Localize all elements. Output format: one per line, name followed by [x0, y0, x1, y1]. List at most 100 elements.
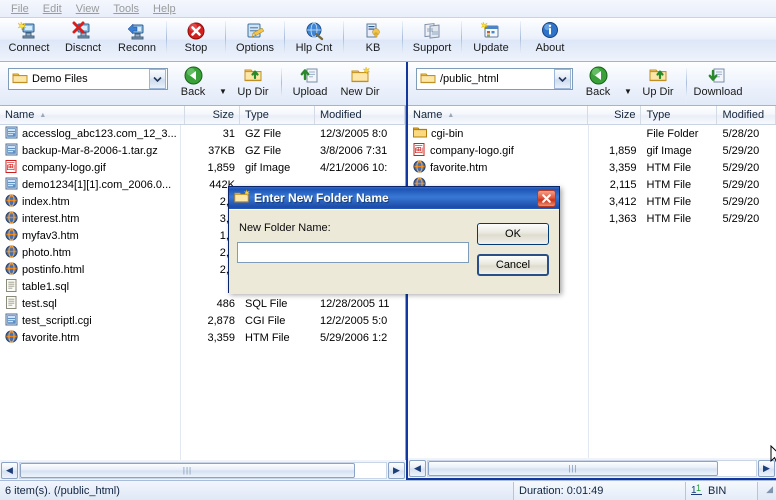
table-row[interactable]: 画 company-logo.gif 1,859 gif Image 5/29/20	[408, 142, 776, 159]
remote-back-button[interactable]: Back	[573, 62, 623, 104]
column-header-type[interactable]: Type	[240, 106, 315, 124]
up-dir-icon	[648, 64, 668, 86]
support-button[interactable]: Support	[405, 18, 459, 60]
ok-button[interactable]: OK	[477, 223, 549, 245]
new-dir-button[interactable]: New Dir	[335, 62, 385, 104]
remote-scroll-thumb[interactable]: |||	[428, 460, 718, 476]
support-label: Support	[412, 42, 452, 54]
knowledge-base-icon	[362, 20, 384, 42]
reconnect-button[interactable]: Reconn	[110, 18, 164, 60]
remote-scroll-track[interactable]: |||	[427, 459, 757, 477]
generic-file-icon	[5, 177, 18, 193]
local-hscrollbar[interactable]: ◀ ||| ▶	[0, 460, 406, 480]
toolbar-separator	[343, 21, 344, 55]
table-row[interactable]: cgi-bin File Folder 5/28/20	[408, 125, 776, 142]
new-folder-name-input[interactable]	[237, 242, 469, 263]
download-button[interactable]: Download	[690, 62, 746, 104]
chevron-down-icon[interactable]	[554, 69, 571, 89]
column-header-name[interactable]: Name ▲	[408, 106, 588, 124]
knowledge-base-button[interactable]: KB	[346, 18, 400, 60]
table-row[interactable]: favorite.htm 3,359 HTM File 5/29/20	[408, 159, 776, 176]
update-button[interactable]: Update	[464, 18, 518, 60]
status-transfer-mode[interactable]: 1 1 BIN	[686, 481, 758, 500]
column-header-type[interactable]: Type	[641, 106, 718, 124]
cell-name: postinfo.html	[0, 261, 185, 278]
disconnect-button[interactable]: Discnct	[56, 18, 110, 60]
back-dropdown-icon[interactable]: ▼	[218, 87, 228, 96]
scroll-left-icon[interactable]: ◀	[409, 459, 426, 477]
file-name: postinfo.html	[22, 263, 85, 276]
dialog-titlebar[interactable]: Enter New Folder Name	[229, 187, 559, 209]
remote-list-header: Name ▲ Size Type Modified	[408, 106, 776, 125]
upload-icon	[300, 64, 320, 86]
cell-modified: 12/28/2005 11	[320, 297, 390, 310]
cell-name: favorite.htm	[408, 159, 588, 176]
toolbar-separator	[520, 21, 521, 55]
options-icon	[244, 20, 266, 42]
html-file-icon	[5, 261, 18, 278]
about-label: About	[535, 42, 565, 54]
column-header-size[interactable]: Size	[185, 106, 240, 124]
table-row[interactable]: backup-Mar-8-2006-1.tar.gz 37KB GZ File 3/8…	[0, 142, 405, 159]
new-folder-name-label: New Folder Name:	[239, 222, 331, 234]
connect-button[interactable]: Connect	[2, 18, 56, 60]
dialog-body: New Folder Name: OK Cancel	[229, 209, 559, 294]
column-header-modified[interactable]: Modified	[717, 106, 776, 124]
cell-name: accesslog_abc123.com_12_3...	[0, 126, 185, 142]
table-row[interactable]: test.sql 486 SQL File 12/28/2005 11	[0, 295, 405, 312]
table-row[interactable]: test_scriptl.cgi 2,878 CGI File 12/2/2005 5…	[0, 312, 405, 329]
chevron-down-icon[interactable]	[149, 69, 166, 89]
menu-item-help[interactable]: Help	[146, 1, 183, 17]
menu-item-view[interactable]: View	[69, 1, 107, 17]
back-dropdown-icon[interactable]: ▼	[623, 87, 633, 96]
options-button[interactable]: Options	[228, 18, 282, 60]
scroll-left-icon[interactable]: ◀	[1, 461, 18, 479]
generic-file-icon	[5, 313, 18, 329]
cell-name: photo.htm	[0, 244, 185, 261]
about-icon	[540, 20, 560, 42]
local-path-value: Demo Files	[32, 73, 88, 85]
file-name: table1.sql	[22, 280, 70, 293]
close-icon[interactable]	[537, 189, 556, 207]
local-path-combobox[interactable]: Demo Files	[8, 68, 168, 90]
upload-label: Upload	[292, 86, 328, 98]
cell-size: 31	[222, 127, 235, 140]
cell-name: backup-Mar-8-2006-1.tar.gz	[0, 143, 185, 159]
remote-hscrollbar[interactable]: ◀ ||| ▶	[408, 458, 776, 478]
remote-path-combobox[interactable]: /public_html	[416, 68, 573, 90]
scroll-right-icon[interactable]: ▶	[388, 461, 405, 479]
up-dir-icon	[243, 64, 263, 86]
cell-modified: 12/3/2005 8:0	[320, 127, 388, 140]
local-scroll-track[interactable]: |||	[19, 461, 387, 479]
column-header-modified[interactable]: Modified	[315, 106, 405, 124]
help-contents-button[interactable]: Hlp Cnt	[287, 18, 341, 60]
local-updir-button[interactable]: Up Dir	[228, 62, 278, 104]
column-header-name[interactable]: Name ▲	[0, 106, 185, 124]
menu-item-tools[interactable]: Tools	[106, 1, 146, 17]
column-header-size[interactable]: Size	[588, 106, 642, 124]
menu-item-file[interactable]: File	[4, 1, 36, 17]
local-list-header: Name ▲ Size Type Modified	[0, 106, 405, 125]
cell-type: GZ File	[245, 127, 282, 140]
table-row[interactable]: 画 company-logo.gif 1,859 gif Image 4/21/2006…	[0, 159, 405, 176]
about-button[interactable]: About	[523, 18, 577, 60]
table-row[interactable]: accesslog_abc123.com_12_3... 31 GZ File 12/…	[0, 125, 405, 142]
table-row[interactable]: favorite.htm 3,359 HTM File 5/29/2006 1:2	[0, 329, 405, 346]
menu-item-edit[interactable]: Edit	[36, 1, 69, 17]
download-icon	[708, 64, 728, 86]
remote-updir-label: Up Dir	[642, 86, 674, 98]
connect-label: Connect	[8, 42, 50, 54]
remote-updir-button[interactable]: Up Dir	[633, 62, 683, 104]
cell-name: test_scriptl.cgi	[0, 313, 185, 329]
generic-file-icon	[5, 143, 18, 159]
local-updir-label: Up Dir	[237, 86, 269, 98]
options-label: Options	[236, 42, 274, 54]
upload-button[interactable]: Upload	[285, 62, 335, 104]
local-scroll-thumb[interactable]: |||	[20, 462, 355, 478]
cell-type: gif Image	[646, 144, 692, 157]
local-back-button[interactable]: Back	[168, 62, 218, 104]
stop-button[interactable]: Stop	[169, 18, 223, 60]
resize-grip-icon[interactable]: ◢	[758, 484, 776, 497]
help-contents-label: Hlp Cnt	[295, 42, 333, 54]
cancel-button[interactable]: Cancel	[477, 254, 549, 276]
